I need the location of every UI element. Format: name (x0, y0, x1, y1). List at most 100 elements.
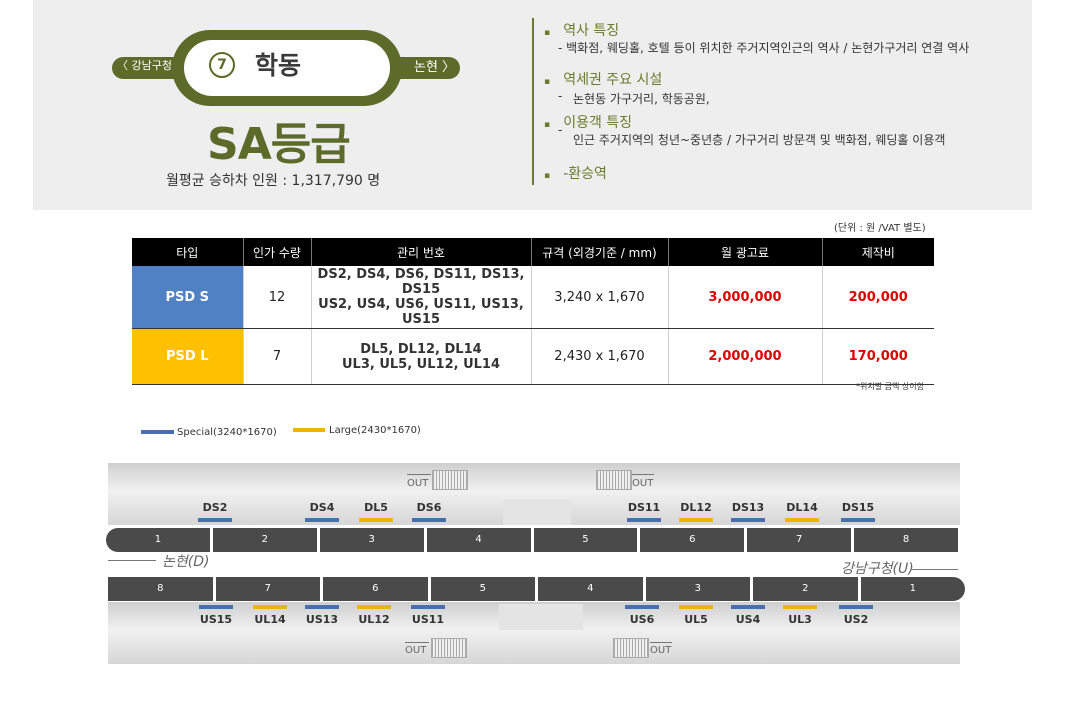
direction-label-right: 강남구청(U) (841, 561, 914, 577)
platform-gap-upper (503, 499, 571, 525)
ad-position-bar (841, 518, 875, 522)
exit-arrow-left (650, 642, 672, 643)
pricing-table: 타입 인가 수량 관리 번호 규격 (외경기준 / mm) 월 광고료 제작비 … (132, 238, 934, 385)
train-car: 7 (215, 577, 320, 601)
cost-cell: 170,000 (821, 328, 934, 385)
ad-position-label: US6 (629, 613, 655, 626)
header-fee: 월 광고료 (667, 238, 822, 266)
ad-position-bar (412, 518, 446, 522)
fee-cell: 2,000,000 (667, 328, 822, 385)
train-car: 8 (108, 577, 213, 601)
feature-dash: - (558, 89, 563, 103)
ad-position-label: US15 (199, 613, 233, 626)
stairs-icon (432, 470, 468, 490)
bullet-icon: ▪ (544, 120, 551, 130)
ad-position-bar (731, 518, 765, 522)
feature-block-1: ▪ 역사 특징 (544, 20, 619, 40)
train-upper: 12345678 (106, 528, 958, 552)
ad-position-label: DS2 (202, 501, 228, 514)
legend-large-swatch (293, 428, 325, 432)
ad-position-label: UL3 (788, 613, 812, 626)
ridership-text: 월평균 승하차 인원 : 1,317,790 명 (166, 173, 381, 189)
feature-dash: - (558, 123, 563, 137)
exit-label: OUT (407, 478, 429, 489)
price-footnote: *위치별 금액 상이함 (856, 382, 924, 391)
feature-title: -환승역 (563, 166, 607, 182)
legend-special-swatch (141, 430, 174, 434)
train-car: 3 (319, 528, 424, 552)
table-header-row: 타입 인가 수량 관리 번호 규격 (외경기준 / mm) 월 광고료 제작비 (132, 238, 934, 266)
feature-desc: - 백화점, 웨딩홀, 호텔 등이 위치한 주거지역인근의 역사 / 논현가구거… (558, 41, 970, 55)
header-type: 타입 (132, 238, 243, 266)
ad-position-label: US2 (843, 613, 869, 626)
train-car: 5 (533, 528, 638, 552)
ids-line: DL5, DL12, DL14 (360, 341, 482, 357)
legend-special-label: Special(3240*1670) (177, 427, 277, 438)
train-car: 6 (323, 577, 428, 601)
exit-label: OUT (405, 645, 427, 656)
ad-position-bar (731, 605, 765, 609)
ad-position-bar (253, 605, 287, 609)
stairs-icon (613, 638, 649, 658)
unit-note: (단위 : 원 /VAT 별도) (834, 223, 926, 234)
train-car: 2 (212, 528, 317, 552)
exit-label: OUT (650, 645, 672, 656)
legend-large-label: Large(2430*1670) (329, 425, 421, 436)
direction-label-left: 논현(D) (162, 554, 210, 570)
bullet-icon: ▪ (544, 77, 551, 87)
feature-desc: 인근 주거지역의 청년~중년층 / 가구거리 방문객 및 백화점, 웨딩홀 이용… (573, 133, 946, 147)
train-car: 3 (645, 577, 750, 601)
size-cell: 3,240 x 1,670 (530, 266, 668, 329)
fee-cell: 3,000,000 (667, 266, 822, 329)
cost-cell: 200,000 (821, 266, 934, 329)
train-car: 2 (753, 577, 858, 601)
next-station-label: 논현 〉 (414, 60, 456, 75)
ad-position-bar (198, 518, 232, 522)
ad-position-label: UL14 (254, 613, 286, 626)
ad-position-bar (625, 605, 659, 609)
station-number-badge: 7 (209, 52, 235, 78)
train-car: 1 (106, 528, 210, 552)
ids-cell: DL5, DL12, DL14 UL3, UL5, UL12, UL14 (310, 328, 531, 385)
stairs-icon (431, 638, 467, 658)
exit-arrow-right (407, 474, 431, 475)
ad-position-label: DS13 (731, 501, 765, 514)
feature-desc: 논현동 가구거리, 학동공원, (573, 92, 710, 106)
header-cost: 제작비 (821, 238, 934, 266)
ad-position-label: US4 (735, 613, 761, 626)
station-name: 학동 (255, 51, 302, 80)
feature-divider (532, 18, 534, 185)
ad-position-label: DS11 (627, 501, 661, 514)
ad-position-bar (679, 518, 713, 522)
ad-position-bar (785, 518, 819, 522)
ids-line: DS2, DS4, DS6, DS11, DS13, DS15 (317, 267, 525, 297)
train-lower: 87654321 (108, 577, 965, 601)
type-cell: PSD S (132, 266, 243, 329)
station-grade: SA등급 (207, 119, 351, 170)
ad-position-bar (305, 518, 339, 522)
ad-position-label: US11 (411, 613, 445, 626)
ad-position-label: DS4 (309, 501, 335, 514)
train-car: 8 (854, 528, 958, 552)
ad-position-label: DL5 (364, 501, 388, 514)
ad-position-bar (359, 518, 393, 522)
direction-arrow-right (912, 569, 958, 570)
feature-block-2: ▪ 역세권 주요 시설 (544, 69, 662, 89)
train-car: 4 (538, 577, 643, 601)
table-row: PSD S 12 DS2, DS4, DS6, DS11, DS13, DS15… (132, 266, 934, 329)
table-row: PSD L 7 DL5, DL12, DL14 UL3, UL5, UL12, … (132, 328, 934, 385)
direction-arrow-left (108, 560, 156, 561)
size-cell: 2,430 x 1,670 (530, 328, 668, 385)
feature-title: 역사 특징 (563, 23, 620, 39)
exit-arrow-left (632, 474, 654, 475)
ad-position-bar (199, 605, 233, 609)
bullet-icon: ▪ (544, 28, 551, 38)
ad-position-label: DS15 (841, 501, 875, 514)
bullet-icon: ▪ (544, 171, 551, 181)
stairs-icon (596, 470, 632, 490)
feature-block-4: ▪ -환승역 (544, 163, 607, 183)
qty-cell: 7 (242, 328, 311, 385)
platform-gap-lower (499, 604, 583, 630)
ad-position-label: DL14 (786, 501, 818, 514)
ad-position-bar (357, 605, 391, 609)
